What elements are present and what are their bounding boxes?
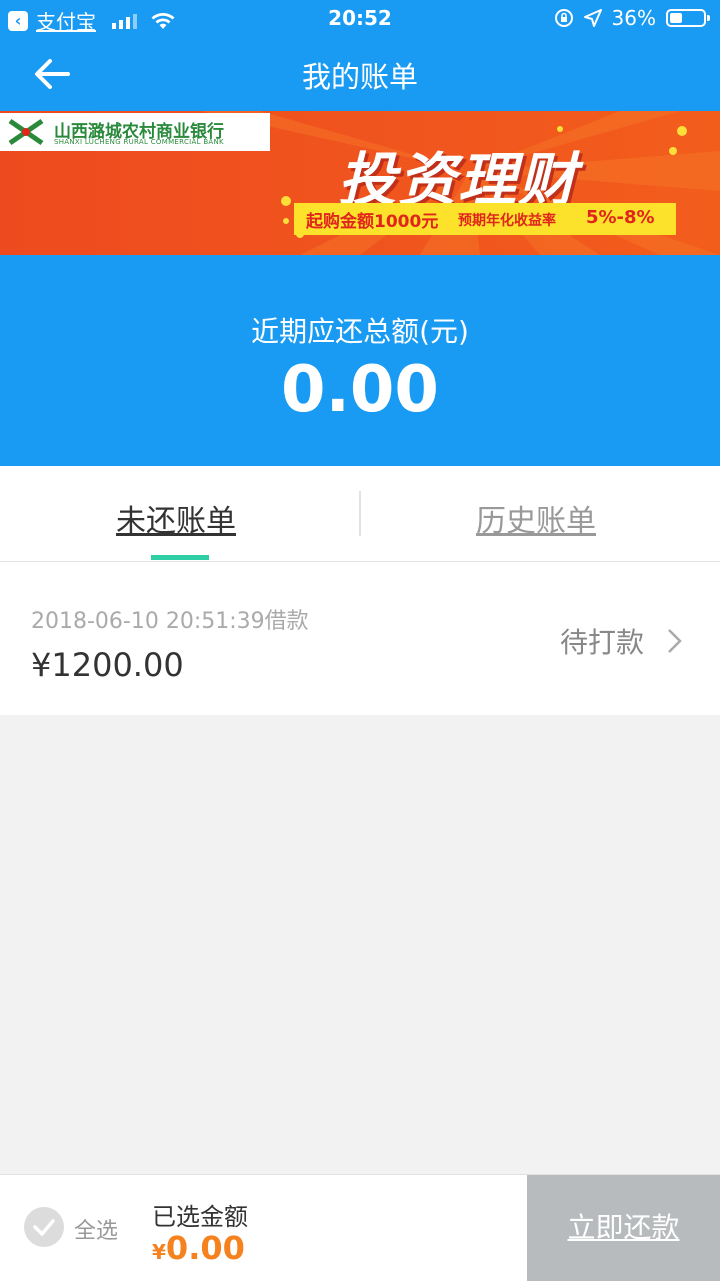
bank-name-en: SHANXI LUCHENG RURAL COMMERCIAL BANK — [54, 138, 224, 146]
bill-amount: ¥1200.00 — [31, 646, 184, 684]
currency-symbol: ¥ — [152, 1240, 166, 1264]
bill-tabs: 未还账单 历史账单 — [0, 466, 720, 562]
tab-active-indicator — [151, 555, 209, 560]
select-all-checkbox[interactable] — [24, 1207, 64, 1247]
page-title: 我的账单 — [301, 60, 418, 94]
repayment-summary: 近期应还总额(元) 0.00 — [0, 255, 720, 466]
repay-now-button[interactable]: 立即还款 — [527, 1175, 720, 1281]
nav-bar: 我的账单 — [0, 36, 720, 111]
promo-banner[interactable]: 山西潞城农村商业银行 SHANXI LUCHENG RURAL COMMERCI… — [0, 111, 720, 255]
chevron-right-icon — [668, 629, 682, 653]
footer-bar: 全选 已选金额 ¥0.00 立即还款 — [0, 1174, 720, 1281]
promo-yield-rate: 5%-8% — [586, 207, 655, 228]
promo-min-amount: 起购金额1000元 — [306, 212, 439, 232]
checkmark-icon — [33, 1219, 55, 1236]
bill-date: 2018-06-10 20:51:39借款 — [31, 609, 309, 634]
tab-unpaid-bills[interactable]: 未还账单 — [116, 496, 236, 540]
selected-amount: ¥0.00 — [152, 1229, 245, 1267]
promo-strip: 起购金额1000元 预期年化收益率 5%-8% — [294, 203, 676, 235]
bank-logo-box: 山西潞城农村商业银行 SHANXI LUCHENG RURAL COMMERCI… — [0, 113, 270, 151]
summary-amount: 0.00 — [281, 353, 439, 427]
status-bar: ‹ 支付宝 20:52 36% — [0, 0, 720, 36]
location-icon — [583, 9, 602, 27]
battery-percent: 36% — [611, 6, 656, 30]
promo-yield-label: 预期年化收益率 — [458, 213, 556, 229]
battery-icon — [666, 9, 710, 27]
selected-amount-value: 0.00 — [165, 1229, 245, 1267]
orientation-lock-icon — [554, 9, 573, 27]
selected-amount-label: 已选金额 — [152, 1203, 248, 1231]
tab-divider — [359, 491, 361, 536]
bill-status: 待打款 — [560, 626, 645, 659]
select-all-label[interactable]: 全选 — [74, 1213, 118, 1245]
bill-list-item[interactable]: 2018-06-10 20:51:39借款 ¥1200.00 待打款 — [0, 562, 720, 715]
bank-logo-icon — [8, 118, 44, 146]
summary-label: 近期应还总额(元) — [251, 315, 469, 348]
status-right: 36% — [554, 6, 710, 30]
tab-history-bills[interactable]: 历史账单 — [476, 496, 596, 540]
